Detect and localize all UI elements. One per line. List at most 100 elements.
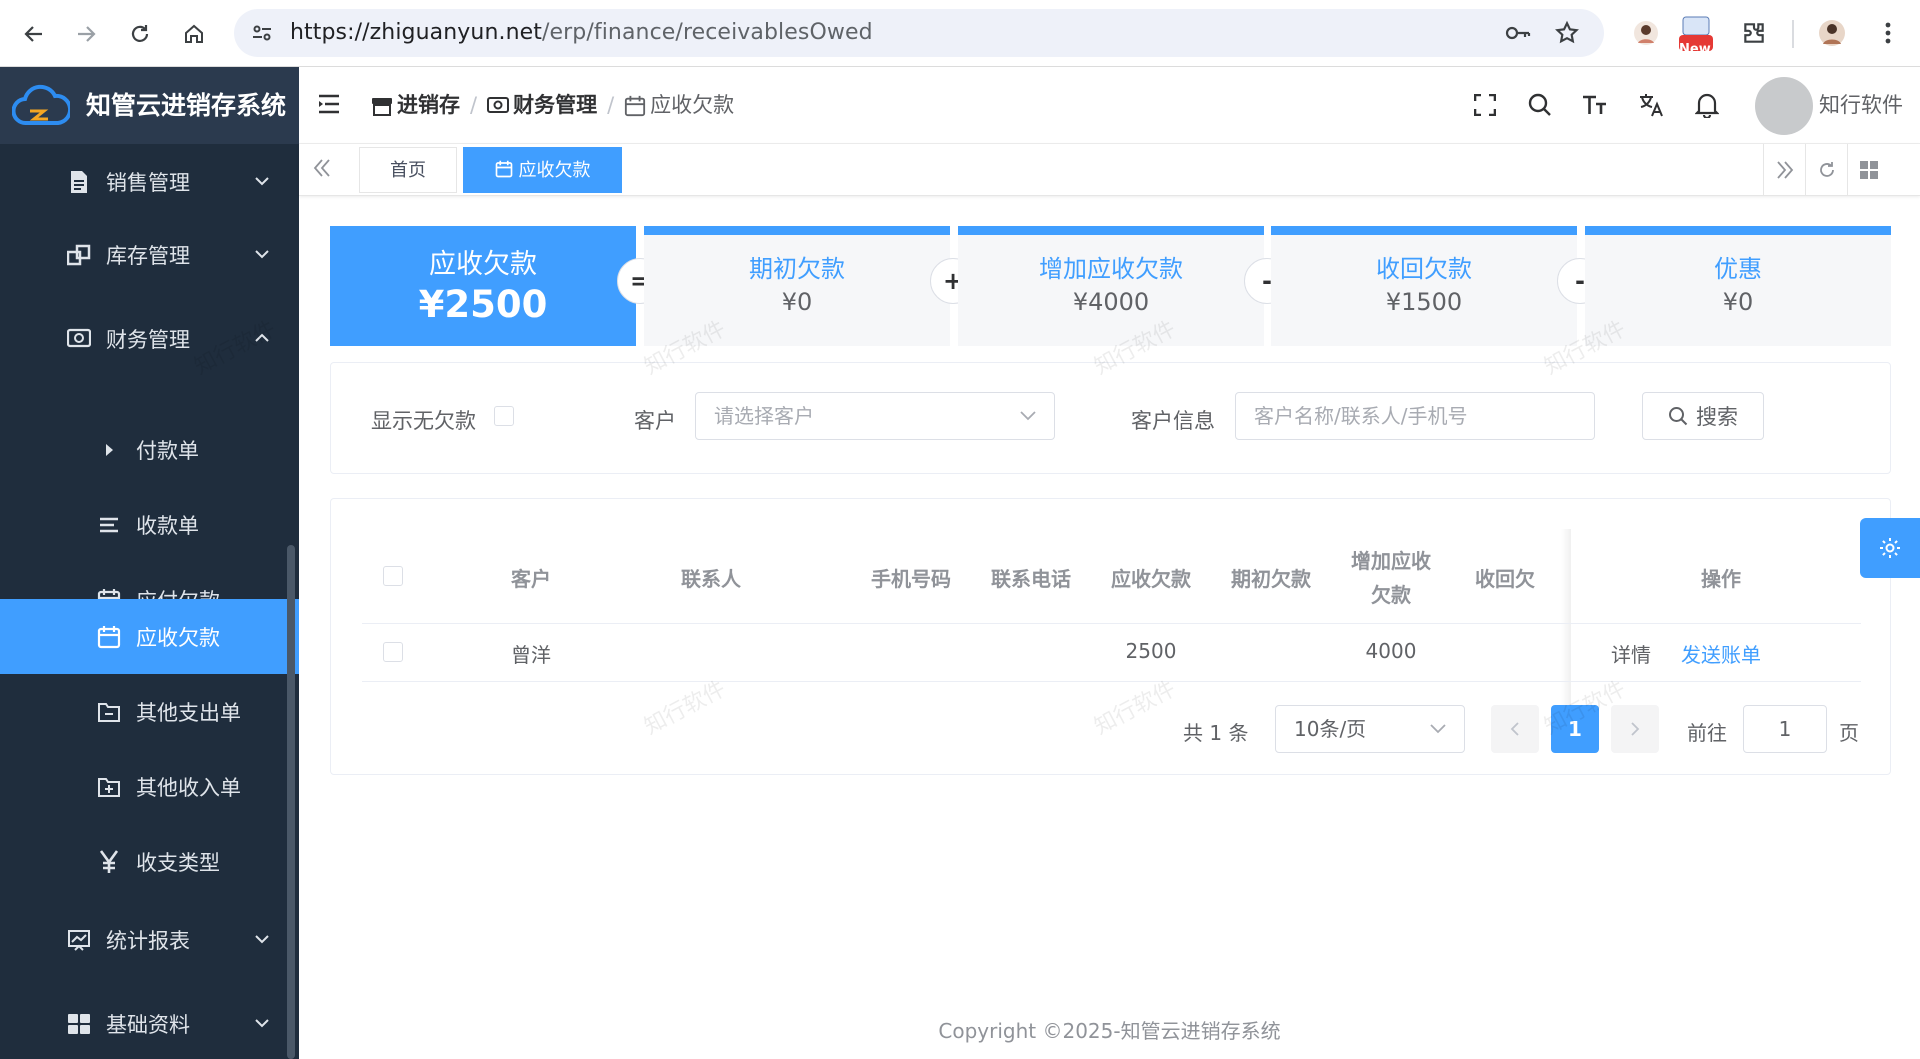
user-avatar-icon[interactable] <box>1812 13 1852 53</box>
summary-card-title: 期初欠款 <box>749 255 845 283</box>
goto-page-input[interactable]: 1 <box>1743 705 1827 753</box>
menu-reports[interactable]: 统计报表 <box>0 905 299 975</box>
search-icon <box>1668 406 1688 426</box>
menu-other-expense[interactable]: 其他支出单 <box>0 674 299 749</box>
column-header-recovered[interactable]: 收回欠 <box>1461 563 1561 592</box>
page-size-value: 10条/页 <box>1294 717 1367 741</box>
app-logo[interactable]: 知管云进销存系统 <box>0 67 299 144</box>
column-header-receivable[interactable]: 应收欠款 <box>1101 563 1201 592</box>
site-settings-icon[interactable] <box>250 21 274 45</box>
cell-customer: 曾洋 <box>511 643 551 667</box>
column-header-added-line1[interactable]: 增加应收 <box>1341 545 1441 574</box>
select-all-checkbox[interactable] <box>383 566 403 586</box>
font-size-icon[interactable] <box>1575 85 1615 125</box>
column-header-phone[interactable]: 联系电话 <box>981 563 1081 592</box>
bell-icon[interactable] <box>1687 85 1727 125</box>
menu-receivables-owed[interactable]: 应收欠款 <box>0 599 299 674</box>
tag-label: 应收欠款 <box>518 160 591 181</box>
breadcrumb-item[interactable]: 进销存 <box>397 67 460 144</box>
fixed-column-shadow <box>1561 529 1571 709</box>
menu-label: 其他支出单 <box>136 700 241 725</box>
menu-sales[interactable]: 销售管理 <box>0 153 299 211</box>
header-divider <box>362 623 1861 624</box>
brand-name: 知管云进销存系统 <box>86 91 287 120</box>
summary-card-title: 收回欠款 <box>1376 255 1472 283</box>
search-icon[interactable] <box>1520 85 1560 125</box>
settings-button[interactable] <box>1860 518 1920 578</box>
back-icon[interactable] <box>14 14 54 54</box>
tag-receivables-owed[interactable]: 应收欠款 <box>463 147 622 193</box>
fullscreen-icon[interactable] <box>1465 85 1505 125</box>
column-header-contact[interactable]: 联系人 <box>661 563 761 592</box>
send-bill-link[interactable]: 发送账单 <box>1671 639 1771 668</box>
document-icon <box>66 169 92 195</box>
grid-icon[interactable] <box>1847 144 1889 196</box>
cell-added: 4000 <box>1365 639 1417 663</box>
page-1-button[interactable]: 1 <box>1551 705 1599 753</box>
summary-card-value: ¥4000 <box>1072 288 1150 316</box>
extensions-puzzle-icon[interactable] <box>1734 13 1774 53</box>
browser-menu-icon[interactable] <box>1868 13 1908 53</box>
customer-info-input[interactable]: 客户名称/联系人/手机号 <box>1235 392 1595 440</box>
translate-icon[interactable] <box>1632 85 1672 125</box>
customer-label: 客户 <box>634 409 676 433</box>
forward-icon[interactable] <box>66 14 106 54</box>
sidebar-scrollbar[interactable] <box>287 545 295 1059</box>
refresh-icon[interactable] <box>1805 144 1847 196</box>
summary-card-value: ¥0 <box>1722 288 1754 316</box>
show-zero-debt-label: 显示无欠款 <box>371 409 476 433</box>
address-bar[interactable]: https://zhiguanyun.net/erp/finance/recei… <box>234 9 1604 57</box>
customer-info-label: 客户信息 <box>1131 409 1215 433</box>
star-icon[interactable] <box>1554 20 1580 46</box>
menu-label: 销售管理 <box>106 171 190 195</box>
column-header-added-line2[interactable]: 欠款 <box>1341 579 1441 608</box>
new-badge: New <box>1679 42 1711 57</box>
reload-icon[interactable] <box>120 14 160 54</box>
summary-card-value: ¥1500 <box>1385 288 1463 316</box>
column-header-opening[interactable]: 期初欠款 <box>1221 563 1321 592</box>
caret-right-icon <box>96 437 122 463</box>
calendar-icon <box>624 95 646 117</box>
double-chevron-left-icon[interactable] <box>313 158 331 178</box>
toolbar-divider <box>1792 20 1794 48</box>
menu-finance[interactable]: 财务管理 <box>0 304 299 374</box>
menu-income-expense-type[interactable]: 收支类型 <box>0 824 299 899</box>
finance-icon <box>487 96 510 116</box>
menu-receipt-slip[interactable]: 收款单 <box>0 487 299 562</box>
tag-home[interactable]: 首页 <box>359 147 457 193</box>
folder-plus-icon <box>96 774 122 800</box>
double-chevron-right-icon[interactable] <box>1763 144 1805 196</box>
menu-other-income[interactable]: 其他收入单 <box>0 749 299 824</box>
prev-page-button[interactable] <box>1491 705 1539 753</box>
key-icon[interactable] <box>1504 21 1532 45</box>
menu-label: 库存管理 <box>106 244 190 268</box>
customer-select[interactable]: 请选择客户 <box>695 392 1055 440</box>
search-button-label: 搜索 <box>1696 405 1738 429</box>
boxes-icon <box>66 242 92 268</box>
breadcrumb-item[interactable]: 财务管理 <box>513 67 597 144</box>
detail-link[interactable]: 详情 <box>1601 639 1661 668</box>
menu-inventory[interactable]: 库存管理 <box>0 220 299 290</box>
user-name[interactable]: 知行软件 <box>1819 67 1903 144</box>
folder-minus-icon <box>96 699 122 725</box>
browser-toolbar: https://zhiguanyun.net/erp/finance/recei… <box>0 0 1920 67</box>
show-zero-debt-checkbox[interactable] <box>494 406 514 426</box>
menu-label: 其他收入单 <box>136 775 241 800</box>
sidebar: 知管云进销存系统 销售管理 库存管理 财务管理 付款单 收款单 应付欠款 应收欠… <box>0 67 299 1059</box>
new-extension-icon[interactable]: New <box>1676 13 1716 57</box>
row-checkbox[interactable] <box>383 642 403 662</box>
hamburger-icon[interactable] <box>317 93 341 115</box>
home-icon[interactable] <box>174 14 214 54</box>
next-page-button[interactable] <box>1611 705 1659 753</box>
search-button[interactable]: 搜索 <box>1642 392 1764 440</box>
list-icon <box>96 512 122 538</box>
profile-extension-icon[interactable] <box>1626 13 1666 53</box>
page-size-select[interactable]: 10条/页 <box>1275 705 1465 753</box>
summary-recovered-debt: 收回欠款 ¥1500 <box>1271 226 1577 346</box>
avatar[interactable] <box>1755 77 1813 135</box>
breadcrumb-current: 应收欠款 <box>650 93 735 117</box>
column-header-mobile[interactable]: 手机号码 <box>861 563 961 592</box>
menu-basic-data[interactable]: 基础资料 <box>0 989 299 1059</box>
menu-payment-slip[interactable]: 付款单 <box>0 412 299 487</box>
column-header-customer[interactable]: 客户 <box>481 563 581 592</box>
